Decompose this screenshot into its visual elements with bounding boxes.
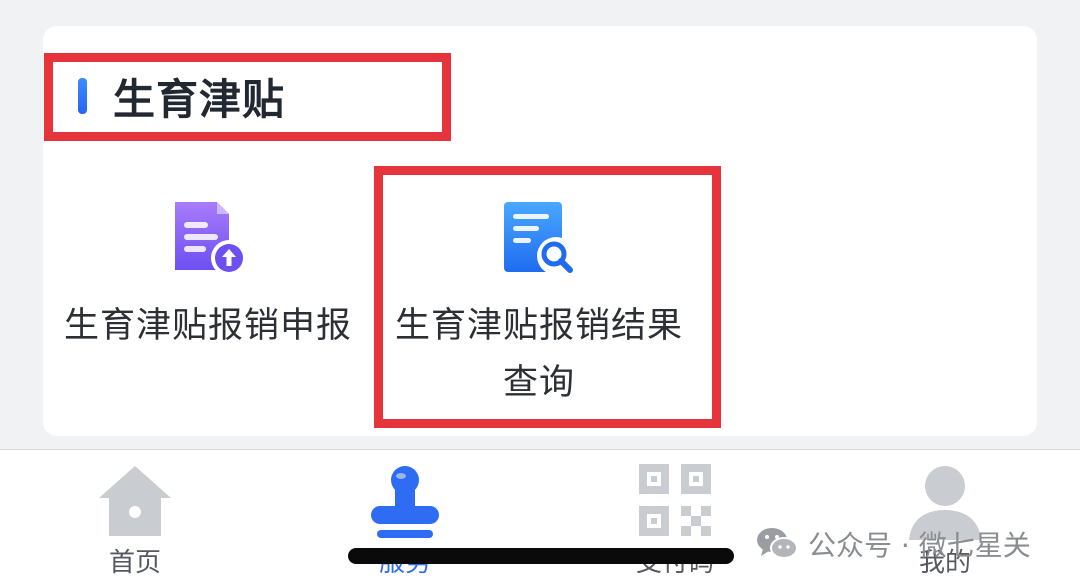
qrcode-icon — [639, 464, 711, 536]
watermark-text: 公众号 · 微七星关 — [808, 529, 1031, 562]
highlight-box-query — [374, 166, 721, 428]
wechat-icon — [757, 528, 798, 559]
stamp-icon — [371, 466, 439, 538]
home-icon — [99, 466, 171, 536]
tab-mine[interactable]: 我的 — [845, 450, 1045, 587]
tab-home[interactable]: 首页 — [35, 450, 235, 587]
bottom-tab-bar: 首页 服务 — [0, 449, 1080, 587]
service-item-apply[interactable]: 生育津贴报销申报 — [63, 198, 353, 355]
tab-service[interactable]: 服务 — [305, 450, 505, 587]
watermark: 公众号 · 微七星关 — [756, 524, 1031, 564]
home-indicator — [348, 548, 734, 564]
highlight-box-title — [44, 53, 451, 141]
document-upload-icon — [175, 202, 247, 276]
tab-label: 首页 — [108, 548, 161, 578]
tab-paycode[interactable]: 支付码 — [575, 450, 775, 587]
service-label: 生育津贴报销申报 — [63, 306, 352, 346]
